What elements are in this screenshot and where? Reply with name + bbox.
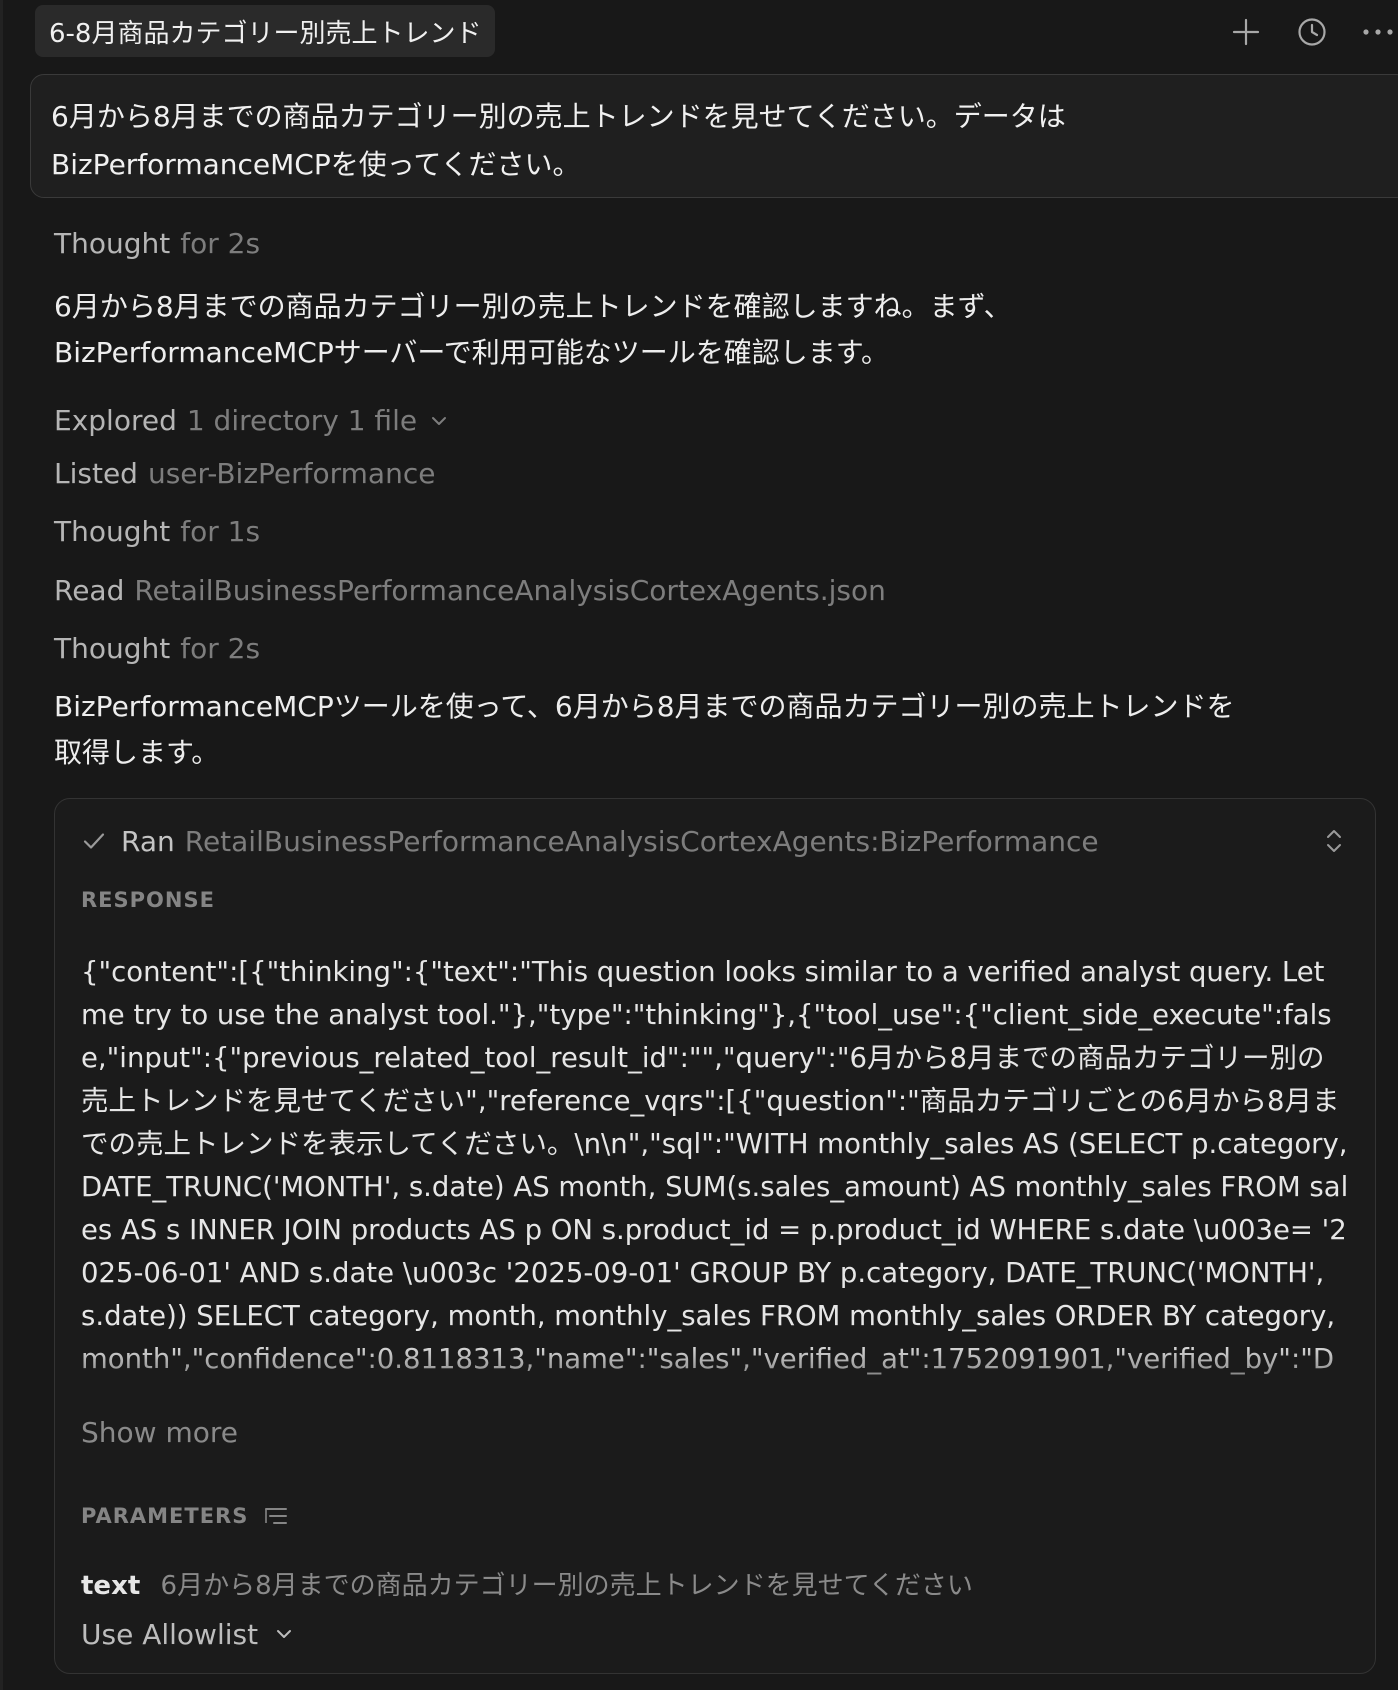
listed-step[interactable]: Listed user-BizPerformance: [54, 457, 435, 490]
list-filter-icon[interactable]: [264, 1506, 288, 1526]
step-verb: Thought: [54, 227, 171, 260]
step-verb: Thought: [54, 515, 171, 548]
assistant-message-2: BizPerformanceMCPツールを使って、6月から8月までの商品カテゴリ…: [54, 690, 1235, 769]
chat-header: 6-8月商品カテゴリー別売上トレンド: [0, 0, 1398, 62]
parameter-key: text: [81, 1571, 141, 1601]
step-verb: Read: [54, 574, 125, 607]
thought-step-2[interactable]: Thought for 1s: [54, 515, 260, 548]
response-fade: [81, 1341, 1351, 1411]
more-icon[interactable]: [1358, 12, 1398, 52]
assistant-message-1: 6月から8月までの商品カテゴリー別の売上トレンドを確認しますね。まず、 BizP…: [54, 290, 1012, 369]
user-message[interactable]: 6月から8月までの商品カテゴリー別の売上トレンドを見せてください。データは Bi…: [30, 74, 1398, 198]
header-actions: [1200, 12, 1398, 52]
expand-collapse-icon[interactable]: [1319, 825, 1349, 857]
use-allowlist-dropdown[interactable]: Use Allowlist: [81, 1609, 294, 1659]
thought-step-3[interactable]: Thought for 2s: [54, 632, 260, 665]
step-verb: Listed: [54, 457, 138, 490]
step-detail: 1 directory 1 file: [186, 404, 418, 437]
tool-status: Ran: [121, 824, 175, 858]
response-text: {"content":[{"thinking":{"text":"This qu…: [81, 956, 1349, 1375]
step-detail: user-BizPerformance: [147, 457, 436, 490]
explored-step[interactable]: Explored 1 directory 1 file: [54, 404, 449, 437]
parameter-row: text 6月から8月までの商品カテゴリー別の売上トレンドを見せてください: [81, 1565, 973, 1602]
step-verb: Thought: [54, 632, 171, 665]
chevron-down-icon[interactable]: [429, 411, 449, 431]
parameters-header: PARAMETERS: [81, 1504, 288, 1528]
plus-icon[interactable]: [1226, 12, 1266, 52]
step-detail: for 1s: [180, 515, 261, 548]
step-verb: Explored: [54, 404, 177, 437]
allowlist-label: Use Allowlist: [81, 1617, 259, 1651]
response-label: RESPONSE: [81, 888, 215, 912]
step-detail: for 2s: [180, 632, 261, 665]
show-more-button[interactable]: Show more: [81, 1416, 238, 1449]
chat-title-tab[interactable]: 6-8月商品カテゴリー別売上トレンド: [35, 5, 496, 57]
response-body[interactable]: {"content":[{"thinking":{"text":"This qu…: [81, 951, 1351, 1411]
left-panel-edge: [0, 0, 3, 1690]
step-detail: for 2s: [180, 227, 261, 260]
chevron-down-icon: [274, 1624, 294, 1644]
check-icon: [81, 828, 107, 854]
read-file-name[interactable]: RetailBusinessPerformanceAnalysisCortexA…: [134, 574, 885, 607]
history-icon[interactable]: [1292, 12, 1332, 52]
read-step[interactable]: Read RetailBusinessPerformanceAnalysisCo…: [54, 574, 886, 607]
tool-name: RetailBusinessPerformanceAnalysisCortexA…: [184, 824, 1099, 858]
parameter-value: 6月から8月までの商品カテゴリー別の売上トレンドを見せてください: [160, 1571, 973, 1601]
thought-step-1[interactable]: Thought for 2s: [54, 227, 260, 260]
tool-call-card: Ran RetailBusinessPerformanceAnalysisCor…: [54, 798, 1376, 1674]
parameters-label: PARAMETERS: [81, 1504, 249, 1528]
tool-call-header[interactable]: Ran RetailBusinessPerformanceAnalysisCor…: [81, 821, 1349, 861]
